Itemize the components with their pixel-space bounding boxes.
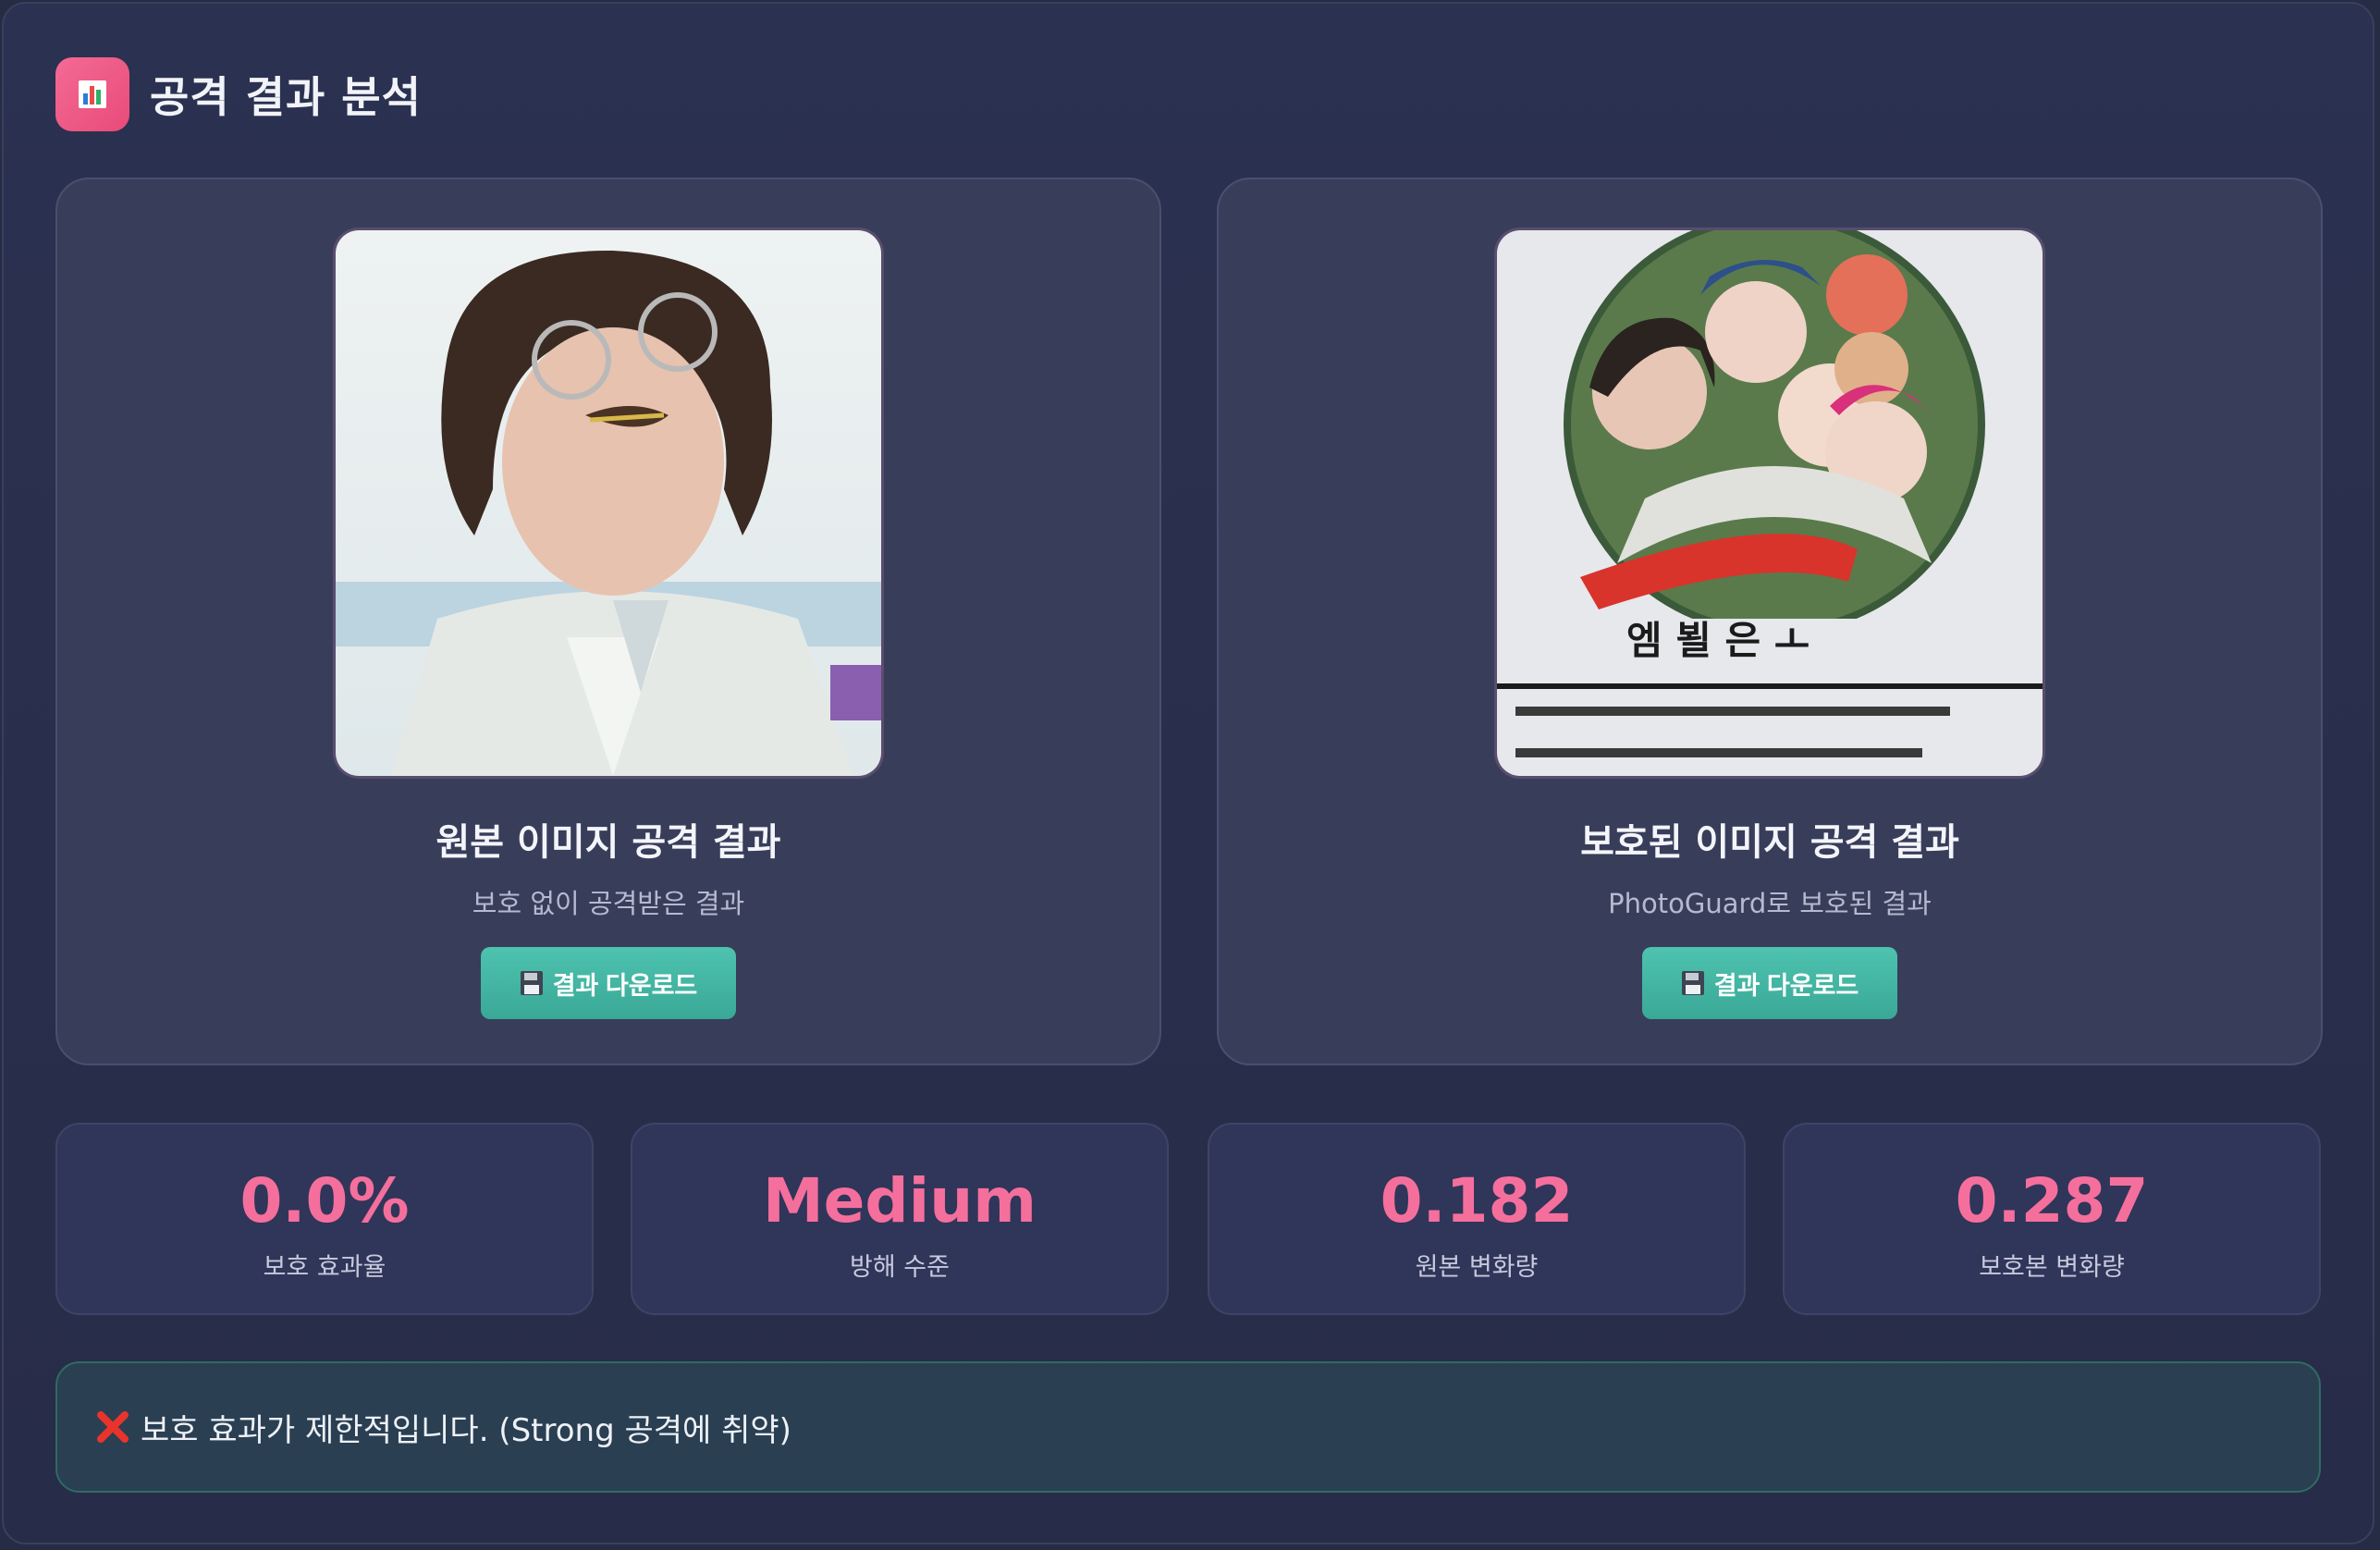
floppy-disk-icon <box>520 971 543 995</box>
download-button-label: 결과 다운로드 <box>552 971 698 1000</box>
card-subtitle: 보호 없이 공격받은 결과 <box>472 888 745 919</box>
svg-text:엠 뵐 은 ㅗ: 엠 뵐 은 ㅗ <box>1626 618 1810 663</box>
stat-value: 0.287 <box>1955 1165 2149 1236</box>
stat-protection-rate: 0.0% 보호 효과율 <box>55 1123 594 1315</box>
section-header: 공격 결과 분석 <box>55 57 422 131</box>
cross-mark-icon <box>97 1411 129 1443</box>
stat-value: 0.0% <box>239 1165 410 1236</box>
stat-value: 0.182 <box>1380 1165 1574 1236</box>
card-subtitle: PhotoGuard로 보호된 결과 <box>1608 888 1932 919</box>
protected-result-card: 엠 뵐 은 ㅗ 보호된 이미지 공격 결과 PhotoGuard로 보호된 결과… <box>1217 178 2323 1065</box>
protected-attack-result-image: 엠 뵐 은 ㅗ <box>1494 228 2045 779</box>
download-original-result-button[interactable]: 결과 다운로드 <box>481 947 736 1019</box>
stat-label: 보호 효과율 <box>263 1253 386 1282</box>
stat-label: 방해 수준 <box>850 1253 950 1282</box>
alert-message: 보호 효과가 제한적입니다. (Strong 공격에 취약) <box>141 1411 791 1449</box>
stat-protected-change: 0.287 보호본 변화량 <box>1783 1123 2321 1315</box>
stat-label: 보호본 변화량 <box>1979 1253 2125 1282</box>
stat-original-change: 0.182 원본 변화량 <box>1208 1123 1746 1315</box>
download-protected-result-button[interactable]: 결과 다운로드 <box>1642 947 1897 1019</box>
section-title: 공격 결과 분석 <box>150 72 422 122</box>
stat-interference-level: Medium 방해 수준 <box>631 1123 1169 1315</box>
bar-chart-icon <box>55 57 129 131</box>
floppy-disk-icon <box>1681 971 1704 995</box>
original-attack-result-image <box>333 228 884 779</box>
card-title: 원본 이미지 공격 결과 <box>436 821 781 864</box>
original-result-card: 원본 이미지 공격 결과 보호 없이 공격받은 결과 결과 다운로드 <box>55 178 1161 1065</box>
card-title: 보호된 이미지 공격 결과 <box>1580 821 1959 864</box>
download-button-label: 결과 다운로드 <box>1713 971 1859 1000</box>
protection-result-alert: 보호 효과가 제한적입니다. (Strong 공격에 취약) <box>55 1361 2321 1493</box>
stat-value: Medium <box>762 1165 1037 1236</box>
stat-label: 원본 변화량 <box>1415 1253 1539 1282</box>
